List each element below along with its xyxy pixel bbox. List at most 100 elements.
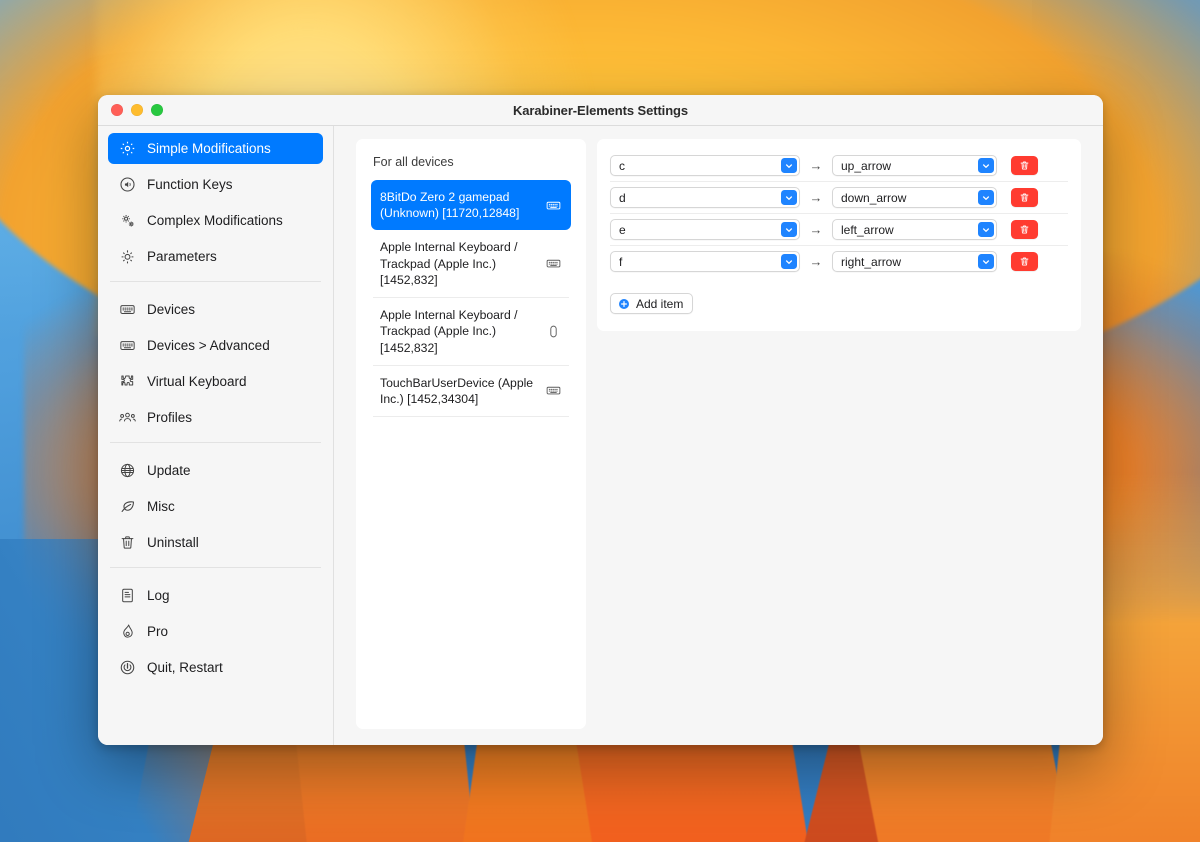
delete-mapping-button[interactable] — [1011, 156, 1038, 175]
sidebar-divider — [110, 567, 321, 568]
chevron-down-icon[interactable] — [781, 190, 797, 205]
from-key-value: f — [619, 254, 623, 269]
puzzle-icon — [119, 373, 136, 390]
trash-icon — [119, 534, 136, 551]
delete-mapping-button[interactable] — [1011, 252, 1038, 271]
sidebar-item-pro[interactable]: Pro — [108, 616, 323, 647]
double-gear-icon — [119, 212, 136, 229]
device-list-header: For all devices — [373, 155, 454, 169]
sidebar-divider — [110, 281, 321, 282]
sidebar-item-label: Pro — [147, 624, 169, 639]
keyboard-icon — [544, 255, 562, 273]
desktop-background: Karabiner-Elements Settings Simple Modif… — [0, 0, 1200, 842]
window-title: Karabiner-Elements Settings — [512, 102, 688, 118]
device-list-item[interactable]: TouchBarUserDevice (Apple Inc.) [1452,34… — [371, 366, 571, 416]
chevron-down-icon[interactable] — [781, 254, 797, 269]
sidebar-item-label: Update — [147, 463, 191, 478]
sidebar-item-label: Uninstall — [147, 535, 199, 550]
sidebar-item-complex-modifications[interactable]: Complex Modifications — [108, 205, 323, 236]
mapping-row: f → right_arrow — [610, 245, 1068, 277]
device-list-item[interactable]: Apple Internal Keyboard / Trackpad (Appl… — [371, 298, 571, 365]
chevron-down-icon[interactable] — [978, 254, 994, 269]
device-label: 8BitDo Zero 2 gamepad (Unknown) [11720,1… — [380, 190, 520, 221]
mouse-icon — [544, 322, 562, 340]
flame-icon — [119, 623, 136, 640]
plus-circle-icon — [618, 298, 630, 310]
mapping-arrow-icon: → — [809, 158, 823, 173]
sidebar-item-misc[interactable]: Misc — [108, 491, 323, 522]
sidebar-item-update[interactable]: Update — [108, 455, 323, 486]
device-list-item[interactable]: Apple Internal Keyboard / Trackpad (Appl… — [371, 230, 571, 297]
sidebar-item-label: Virtual Keyboard — [147, 374, 247, 389]
to-key-select[interactable]: right_arrow — [832, 251, 997, 272]
trash-icon — [1019, 256, 1030, 267]
device-divider — [373, 416, 569, 418]
chevron-down-icon[interactable] — [781, 222, 797, 237]
sidebar-item-log[interactable]: Log — [108, 580, 323, 611]
mapping-arrow-icon: → — [809, 190, 823, 205]
to-key-value: down_arrow — [841, 190, 907, 205]
leaf-icon — [119, 498, 136, 515]
keyboard-icon — [544, 196, 562, 214]
keyboard-icon — [544, 382, 562, 400]
chevron-down-icon[interactable] — [781, 158, 797, 173]
from-key-value: e — [619, 222, 626, 237]
mapping-arrow-icon: → — [809, 254, 823, 269]
sidebar-item-label: Function Keys — [147, 177, 233, 192]
from-key-select[interactable]: f — [610, 251, 800, 272]
trash-icon — [1019, 192, 1030, 203]
chevron-down-icon[interactable] — [978, 158, 994, 173]
sidebar-item-devices[interactable]: Devices — [108, 294, 323, 325]
sidebar-item-virtual-keyboard[interactable]: Virtual Keyboard — [108, 366, 323, 397]
gear-icon — [119, 140, 136, 157]
chevron-down-icon[interactable] — [978, 190, 994, 205]
mapping-row: c → up_arrow — [610, 150, 1068, 181]
from-key-value: c — [619, 158, 625, 173]
sidebar-item-label: Complex Modifications — [147, 213, 283, 228]
mapping-panel: c → up_arrow d → down_arrow e → left_arr… — [597, 139, 1081, 331]
volume-circle-icon — [119, 176, 136, 193]
from-key-value: d — [619, 190, 626, 205]
sidebar-item-function-keys[interactable]: Function Keys — [108, 169, 323, 200]
sidebar: Simple Modifications Function Keys Compl… — [98, 126, 334, 745]
sidebar-item-profiles[interactable]: Profiles — [108, 402, 323, 433]
sidebar-item-label: Parameters — [147, 249, 217, 264]
sidebar-item-devices-advanced[interactable]: Devices > Advanced — [108, 330, 323, 361]
from-key-select[interactable]: c — [610, 155, 800, 176]
add-item-label: Add item — [636, 296, 684, 311]
to-key-value: up_arrow — [841, 158, 892, 173]
document-icon — [119, 587, 136, 604]
settings-window: Karabiner-Elements Settings Simple Modif… — [98, 95, 1103, 745]
from-key-select[interactable]: d — [610, 187, 800, 208]
to-key-select[interactable]: up_arrow — [832, 155, 997, 176]
trash-icon — [1019, 160, 1030, 171]
sidebar-item-simple-modifications[interactable]: Simple Modifications — [108, 133, 323, 164]
sidebar-item-label: Devices — [147, 302, 196, 317]
mapping-row: e → left_arrow — [610, 213, 1068, 245]
add-item-button[interactable]: Add item — [610, 293, 694, 314]
from-key-select[interactable]: e — [610, 219, 800, 240]
add-item-row: Add item — [610, 277, 1068, 317]
chevron-down-icon[interactable] — [978, 222, 994, 237]
device-label: Apple Internal Keyboard / Trackpad (Appl… — [380, 240, 518, 287]
to-key-select[interactable]: down_arrow — [832, 187, 997, 208]
sidebar-item-label: Profiles — [147, 410, 193, 425]
delete-mapping-button[interactable] — [1011, 220, 1038, 239]
sidebar-item-parameters[interactable]: Parameters — [108, 241, 323, 272]
keyboard-icon — [119, 337, 136, 354]
sidebar-item-quit-restart[interactable]: Quit, Restart — [108, 652, 323, 683]
to-key-value: right_arrow — [841, 254, 902, 269]
globe-icon — [119, 462, 136, 479]
window-titlebar[interactable]: Karabiner-Elements Settings — [98, 95, 1103, 126]
people-icon — [119, 409, 136, 426]
to-key-select[interactable]: left_arrow — [832, 219, 997, 240]
power-circle-icon — [119, 659, 136, 676]
sidebar-item-uninstall[interactable]: Uninstall — [108, 527, 323, 558]
sidebar-item-label: Simple Modifications — [147, 141, 271, 156]
delete-mapping-button[interactable] — [1011, 188, 1038, 207]
device-list-item[interactable]: 8BitDo Zero 2 gamepad (Unknown) [11720,1… — [371, 180, 571, 231]
sidebar-item-label: Devices > Advanced — [147, 338, 270, 353]
mapping-row: d → down_arrow — [610, 181, 1068, 213]
window-body: Simple Modifications Function Keys Compl… — [98, 126, 1103, 745]
to-key-value: left_arrow — [841, 222, 894, 237]
